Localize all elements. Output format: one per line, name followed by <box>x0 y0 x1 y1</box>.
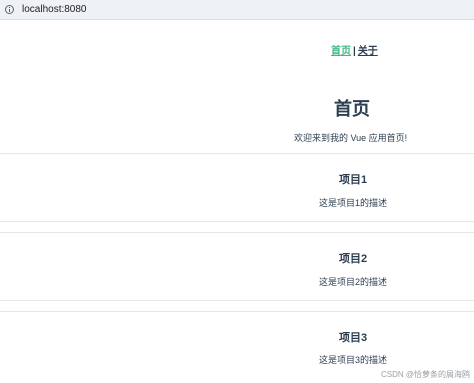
info-icon[interactable] <box>5 5 14 14</box>
nav-link-about[interactable]: 关于 <box>358 46 378 57</box>
item-description: 这是项目2的描述 <box>319 277 388 287</box>
watermark: CSDN @恰萝条的屑海鸥 <box>380 370 470 379</box>
divider <box>0 221 474 222</box>
item-description: 这是项目1的描述 <box>319 198 388 208</box>
divider <box>0 311 474 312</box>
page-title: 首页 <box>334 99 370 119</box>
item-title: 项目2 <box>339 253 368 265</box>
item-title: 项目3 <box>339 332 368 344</box>
divider <box>0 153 474 154</box>
nav-separator: | <box>353 46 356 57</box>
divider <box>0 300 474 301</box>
nav-link-home[interactable]: 首页 <box>331 46 351 57</box>
item-title: 项目1 <box>339 174 368 186</box>
browser-address-bar[interactable]: localhost:8080 <box>0 0 474 20</box>
url-text[interactable]: localhost:8080 <box>22 4 87 15</box>
divider <box>0 232 474 233</box>
item-description: 这是项目3的描述 <box>319 355 388 365</box>
welcome-text: 欢迎来到我的 Vue 应用首页! <box>294 133 408 143</box>
